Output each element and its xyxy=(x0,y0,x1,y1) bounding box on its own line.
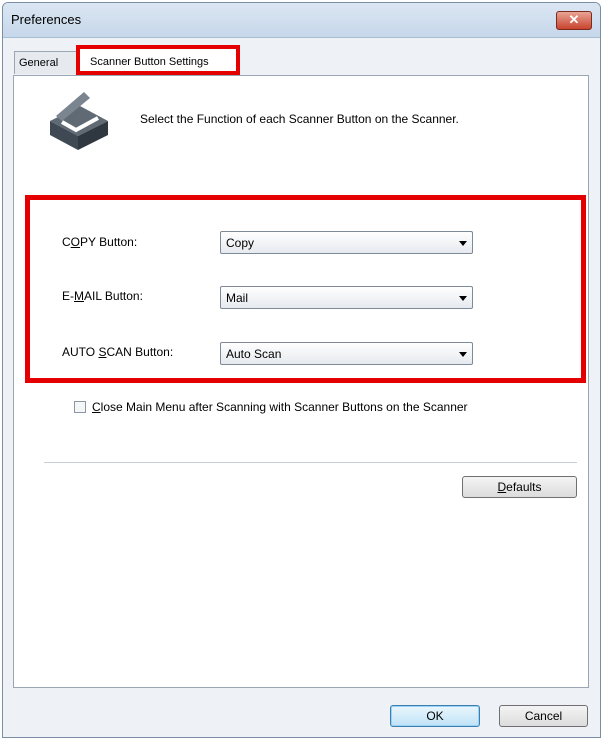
email-button-label: E-MAIL Button: xyxy=(62,289,143,303)
tab-scanner-button-settings[interactable]: Scanner Button Settings xyxy=(76,45,240,75)
close-icon: ✕ xyxy=(568,12,580,27)
description-text: Select the Function of each Scanner Butt… xyxy=(140,112,459,126)
title-bar: Preferences ✕ xyxy=(3,3,600,38)
tab-general[interactable]: General xyxy=(14,51,84,74)
scanner-button-settings-group: COPY Button: Copy E-MAIL Button: Mail AU… xyxy=(25,195,586,383)
tab-scanner-button-settings-label: Scanner Button Settings xyxy=(90,56,209,68)
copy-button-label: COPY Button: xyxy=(62,235,138,249)
defaults-button-label: Defaults xyxy=(497,480,542,494)
chevron-down-icon xyxy=(459,352,467,357)
chevron-down-icon xyxy=(459,296,467,301)
window-title: Preferences xyxy=(11,12,82,27)
close-main-menu-checkbox[interactable] xyxy=(74,401,86,413)
copy-button-select-value: Copy xyxy=(226,236,255,250)
ok-button-label: OK xyxy=(426,709,444,723)
scanner-icon xyxy=(50,92,108,150)
ok-button[interactable]: OK xyxy=(390,705,480,727)
auto-scan-button-select[interactable]: Auto Scan xyxy=(220,342,473,365)
email-button-select-value: Mail xyxy=(226,291,249,305)
copy-button-select[interactable]: Copy xyxy=(220,231,473,254)
tab-panel: Select the Function of each Scanner Butt… xyxy=(13,75,589,688)
auto-scan-button-label: AUTO SCAN Button: xyxy=(62,345,174,359)
preferences-dialog: Preferences ✕ General Scanner Button Set… xyxy=(2,2,601,738)
close-button[interactable]: ✕ xyxy=(556,11,592,30)
close-main-menu-label: Close Main Menu after Scanning with Scan… xyxy=(92,400,468,414)
cancel-button[interactable]: Cancel xyxy=(499,705,588,727)
tab-general-label: General xyxy=(19,57,59,69)
tab-strip: General Scanner Button Settings xyxy=(3,37,600,77)
cancel-button-label: Cancel xyxy=(524,709,563,723)
chevron-down-icon xyxy=(459,241,467,246)
divider xyxy=(44,462,577,463)
auto-scan-button-select-value: Auto Scan xyxy=(226,347,282,361)
defaults-button[interactable]: Defaults xyxy=(462,476,577,498)
email-button-select[interactable]: Mail xyxy=(220,286,473,309)
